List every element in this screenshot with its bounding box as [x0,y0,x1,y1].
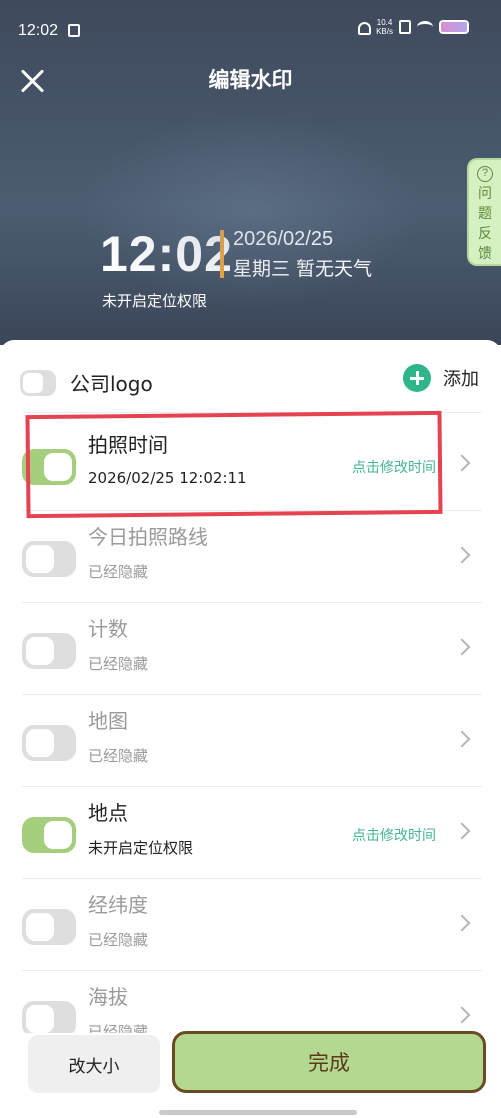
watermark-divider [220,230,224,278]
modify-location-link[interactable]: 点击修改时间 [352,825,436,845]
watermark-location: 未开启定位权限 [102,292,208,310]
item-subtitle: 已经隐藏 [88,931,149,949]
chevron-right-icon [453,546,471,564]
chevron-right-icon [453,1006,471,1024]
toggle-knob [44,821,72,849]
item-subtitle: 已经隐藏 [88,563,149,581]
item-title: 拍照时间 [88,433,168,457]
sd-card-icon [68,24,80,37]
wifi-icon [417,21,433,33]
item-today-route[interactable]: 今日拍照路线 已经隐藏 [22,511,482,602]
page-title: 编辑水印 [208,68,293,92]
plus-icon [403,364,431,392]
chevron-right-icon [453,914,471,932]
status-icons: 10.4 KB/s [356,18,469,36]
logo-row: 公司logo 添加 [0,360,501,404]
toggle-knob [26,913,54,941]
network-speed-unit: KB/s [376,27,393,36]
item-title: 经纬度 [88,893,148,917]
network-speed: 10.4 KB/s [376,18,393,36]
divider [22,412,482,413]
done-button[interactable]: 完成 [172,1031,486,1093]
chevron-right-icon [453,730,471,748]
home-indicator [159,1110,357,1115]
battery-icon [439,20,469,34]
toggle-knob [26,545,54,573]
item-title: 海拔 [88,985,128,1009]
watermark-weekday-weather: 星期三 暂无天气 [233,258,373,280]
item-subtitle: 已经隐藏 [88,655,149,673]
item-coordinates[interactable]: 经纬度 已经隐藏 [22,879,482,970]
chevron-right-icon [453,638,471,656]
status-time: 12:02 [18,22,59,39]
item-map[interactable]: 地图 已经隐藏 [22,695,482,786]
item-title: 今日拍照路线 [88,525,208,549]
photo-time-toggle[interactable] [22,449,76,485]
coordinates-toggle[interactable] [22,909,76,945]
question-icon: ? [477,166,493,182]
item-title: 地图 [88,709,128,733]
count-toggle[interactable] [22,633,76,669]
add-logo-button[interactable]: 添加 [403,364,479,392]
item-subtitle: 已经隐藏 [88,747,149,765]
logo-label: 公司logo [70,372,153,396]
logo-toggle[interactable] [20,370,56,396]
item-title: 地点 [88,801,128,825]
status-bar: 12:02 10.4 KB/s [0,0,501,60]
watermark-date: 2026/02/25 [233,228,334,250]
toggle-knob [26,1005,54,1033]
chevron-right-icon [453,454,471,472]
item-count[interactable]: 计数 已经隐藏 [22,603,482,694]
toggle-knob [26,637,54,665]
item-location[interactable]: 地点 未开启定位权限 点击修改时间 [22,787,482,878]
mute-icon [356,20,372,35]
feedback-label: 问题反馈 [478,186,492,262]
toggle-knob [44,453,72,481]
feedback-button[interactable]: ? 问题反馈 [467,158,501,266]
item-subtitle: 已经隐藏 [88,1023,149,1033]
item-altitude[interactable]: 海拔 已经隐藏 [22,971,482,1033]
altitude-toggle[interactable] [22,1001,76,1033]
item-subtitle: 2026/02/25 12:02:11 [88,469,247,487]
chevron-right-icon [453,822,471,840]
item-photo-time[interactable]: 拍照时间 2026/02/25 12:02:11 点击修改时间 [22,419,482,510]
modify-time-link[interactable]: 点击修改时间 [352,457,436,477]
sim-icon [399,20,411,34]
item-title: 计数 [88,617,128,641]
resize-button[interactable]: 改大小 [28,1035,160,1093]
toggle-knob [26,729,54,757]
item-subtitle: 未开启定位权限 [88,839,194,857]
watermark-preview-area: 12:02 10.4 KB/s 编辑水印 ? 问题反馈 12:02 2026/0… [0,0,501,345]
location-toggle[interactable] [22,817,76,853]
toggle-knob [23,373,43,393]
map-toggle[interactable] [22,725,76,761]
network-speed-value: 10.4 [376,18,393,27]
today-route-toggle[interactable] [22,541,76,577]
watermark-time: 12:02 [100,226,233,282]
add-label: 添加 [443,369,479,390]
